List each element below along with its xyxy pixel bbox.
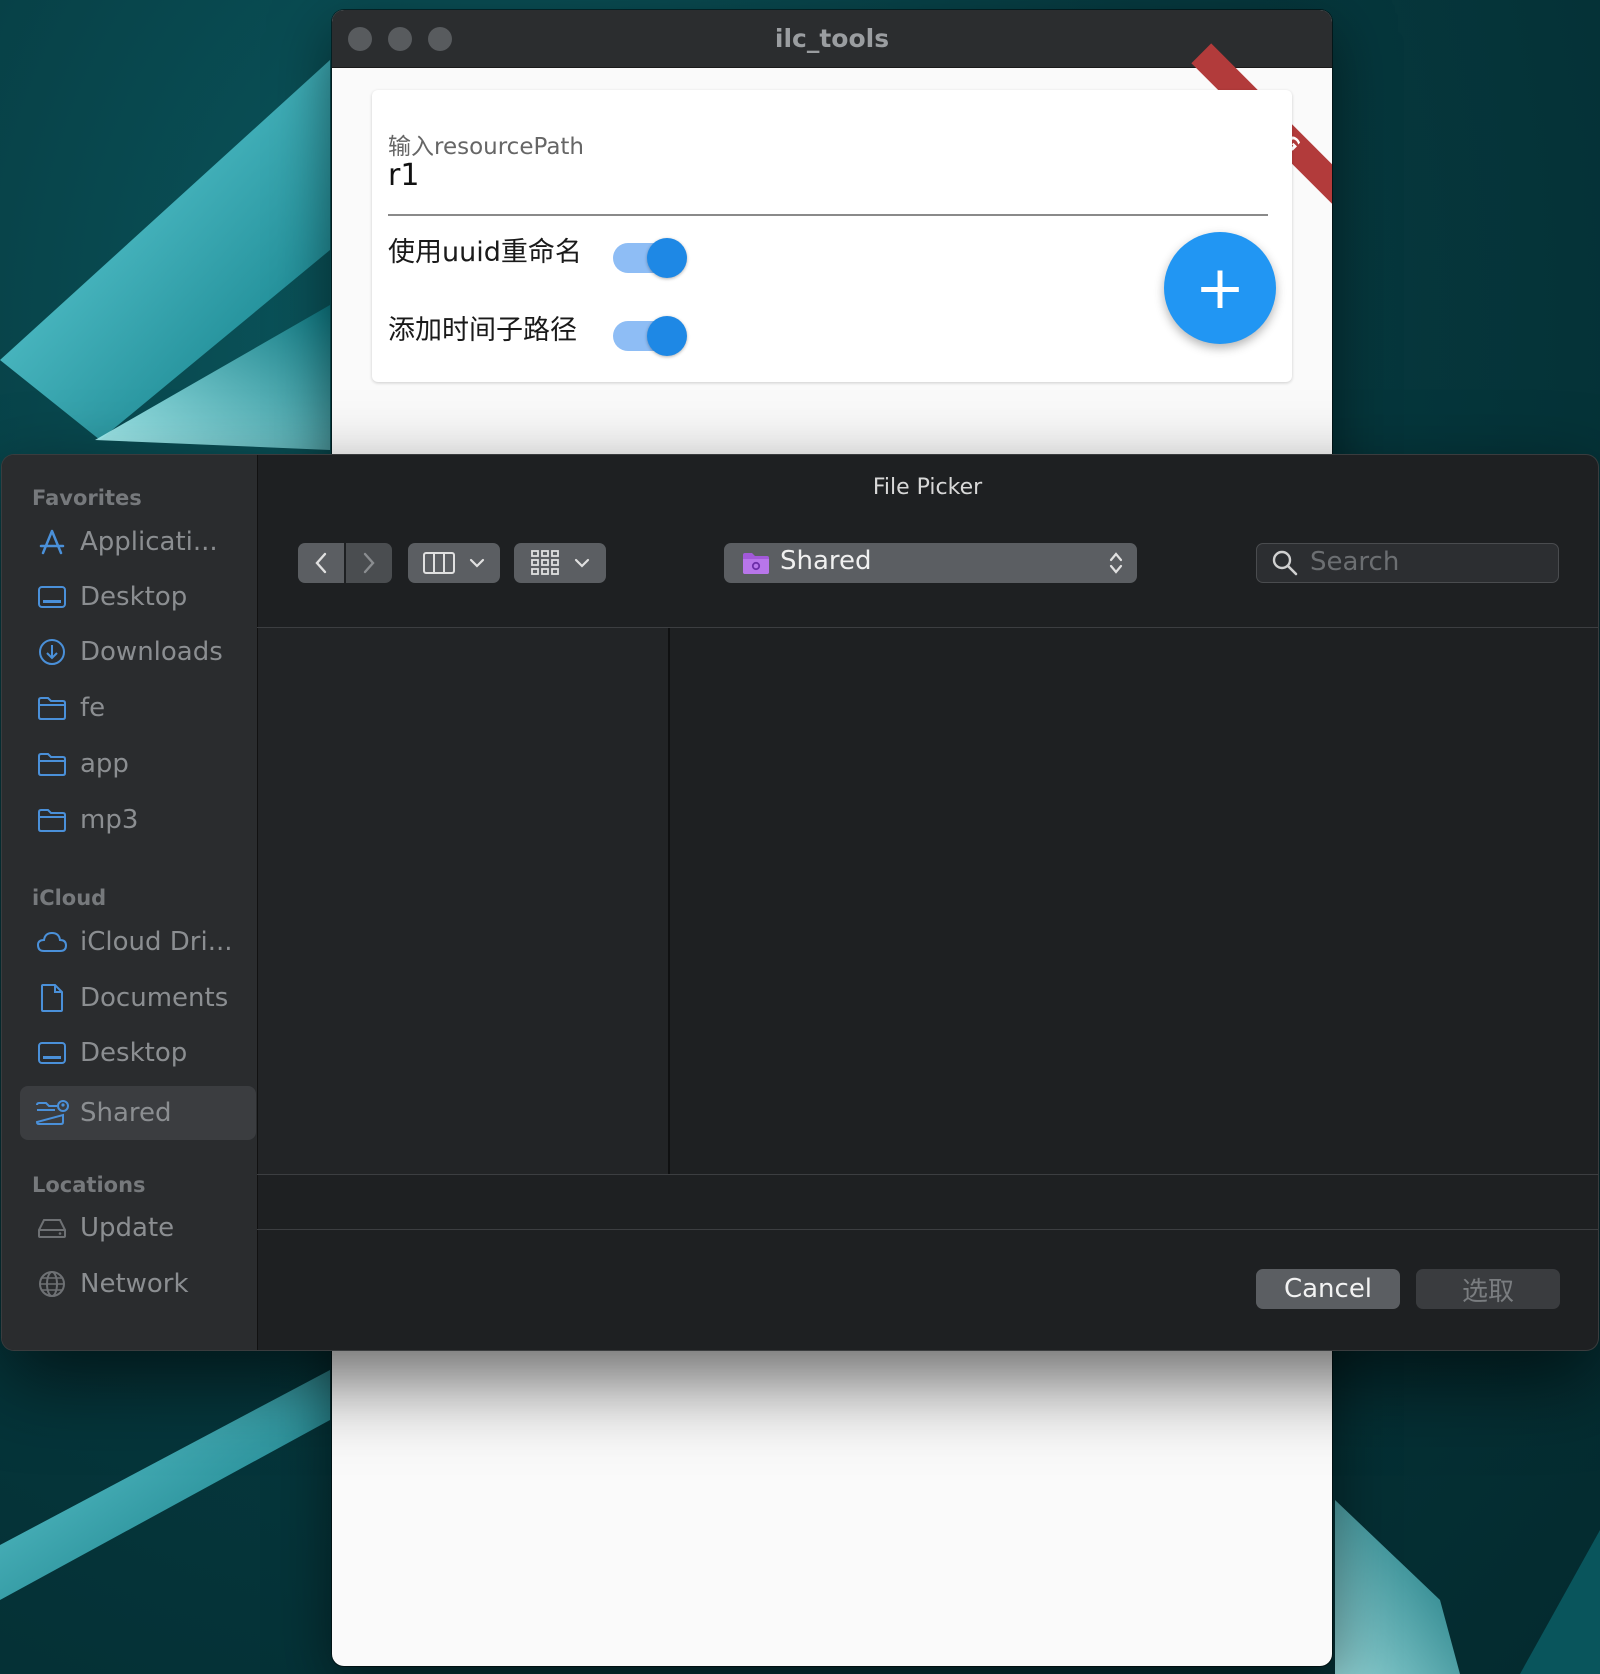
cloud-icon xyxy=(34,927,70,957)
search-input[interactable]: Search xyxy=(1256,543,1559,583)
uuid-rename-toggle[interactable] xyxy=(613,238,687,278)
sidebar-item-icloud-desktop[interactable]: Desktop xyxy=(20,1026,256,1080)
folder-icon xyxy=(34,749,70,779)
sidebar-item-documents[interactable]: Documents xyxy=(20,971,256,1025)
globe-icon xyxy=(34,1269,70,1299)
app-title: ilc_tools xyxy=(774,24,890,53)
sidebar-item-update[interactable]: Update xyxy=(20,1201,256,1255)
folder-icon xyxy=(34,693,70,723)
browser-column-2[interactable] xyxy=(670,628,1598,1174)
search-icon xyxy=(1272,550,1298,576)
browser-bottom-divider xyxy=(257,1174,1598,1175)
forward-button[interactable] xyxy=(346,543,392,583)
grid-icon xyxy=(531,550,559,575)
chevron-down-icon xyxy=(469,558,485,568)
add-button[interactable]: + xyxy=(1164,232,1276,344)
uuid-rename-label: 使用uuid重命名 xyxy=(388,237,582,268)
sidebar-item-network[interactable]: Network xyxy=(20,1257,256,1311)
sidebar-item-applications[interactable]: Applicati... xyxy=(20,515,256,569)
view-mode-button[interactable] xyxy=(408,543,500,583)
chevron-right-icon xyxy=(363,552,375,574)
sidebar-item-label: app xyxy=(80,749,129,779)
toggle-knob xyxy=(647,238,687,278)
sidebar-item-app[interactable]: app xyxy=(20,737,256,791)
section-header-locations: Locations xyxy=(32,1173,146,1197)
toggle-knob xyxy=(647,316,687,356)
desktop-icon xyxy=(34,582,70,612)
chevron-down-icon xyxy=(574,558,590,568)
app-titlebar: ilc_tools xyxy=(332,10,1332,68)
sidebar-item-label: Desktop xyxy=(80,582,188,612)
group-by-button[interactable] xyxy=(514,543,606,583)
time-subpath-label: 添加时间子路径 xyxy=(388,315,577,346)
options-divider xyxy=(257,1229,1598,1230)
path-popup-button[interactable]: Shared xyxy=(724,543,1137,583)
picker-title: File Picker xyxy=(872,475,983,500)
applications-icon xyxy=(34,527,70,557)
section-header-favorites: Favorites xyxy=(32,486,142,510)
drive-icon xyxy=(34,1213,70,1243)
sidebar-item-fe[interactable]: fe xyxy=(20,681,256,735)
picker-sidebar: Favorites Applicati... Desktop Downloads… xyxy=(2,455,258,1350)
input-underline xyxy=(388,214,1268,216)
back-button[interactable] xyxy=(298,543,344,583)
sidebar-item-label: Applicati... xyxy=(80,527,218,557)
cancel-button[interactable]: Cancel xyxy=(1256,1269,1400,1309)
section-header-icloud: iCloud xyxy=(32,886,107,910)
sidebar-item-mp3[interactable]: mp3 xyxy=(20,793,256,847)
sidebar-item-label: mp3 xyxy=(80,805,139,835)
shared-folder-icon xyxy=(34,1098,70,1128)
sidebar-item-shared[interactable]: Shared xyxy=(20,1086,256,1140)
settings-card: 输入resourcePath r1 使用uuid重命名 添加时间子路径 + xyxy=(372,90,1292,382)
resource-path-label: 输入resourcePath xyxy=(388,134,585,160)
choose-button[interactable]: 选取 xyxy=(1416,1269,1560,1309)
sidebar-item-label: Update xyxy=(80,1213,175,1243)
sidebar-item-icloud-drive[interactable]: iCloud Dri... xyxy=(20,915,256,969)
downloads-icon xyxy=(34,637,70,667)
sidebar-item-label: Documents xyxy=(80,983,229,1013)
document-icon xyxy=(34,983,70,1013)
shared-folder-icon xyxy=(743,553,769,574)
chevron-left-icon xyxy=(315,552,327,574)
desktop-icon xyxy=(34,1038,70,1068)
path-popup-label: Shared xyxy=(780,546,872,576)
time-subpath-toggle[interactable] xyxy=(613,316,687,356)
plus-icon: + xyxy=(1194,253,1246,323)
updown-chevron-icon xyxy=(1109,552,1123,574)
sidebar-item-desktop[interactable]: Desktop xyxy=(20,570,256,624)
sidebar-item-label: Shared xyxy=(80,1098,172,1128)
resource-path-input[interactable]: r1 xyxy=(388,158,419,193)
sidebar-item-label: fe xyxy=(80,693,106,723)
sidebar-item-label: Downloads xyxy=(80,637,223,667)
sidebar-item-label: iCloud Dri... xyxy=(80,927,233,957)
search-placeholder: Search xyxy=(1310,547,1400,577)
sidebar-item-downloads[interactable]: Downloads xyxy=(20,625,256,679)
file-picker-dialog: Favorites Applicati... Desktop Downloads… xyxy=(2,455,1598,1350)
browser-column-1[interactable] xyxy=(258,628,668,1174)
sidebar-item-label: Desktop xyxy=(80,1038,188,1068)
sidebar-item-label: Network xyxy=(80,1269,189,1299)
columns-icon xyxy=(423,552,455,574)
folder-icon xyxy=(34,805,70,835)
